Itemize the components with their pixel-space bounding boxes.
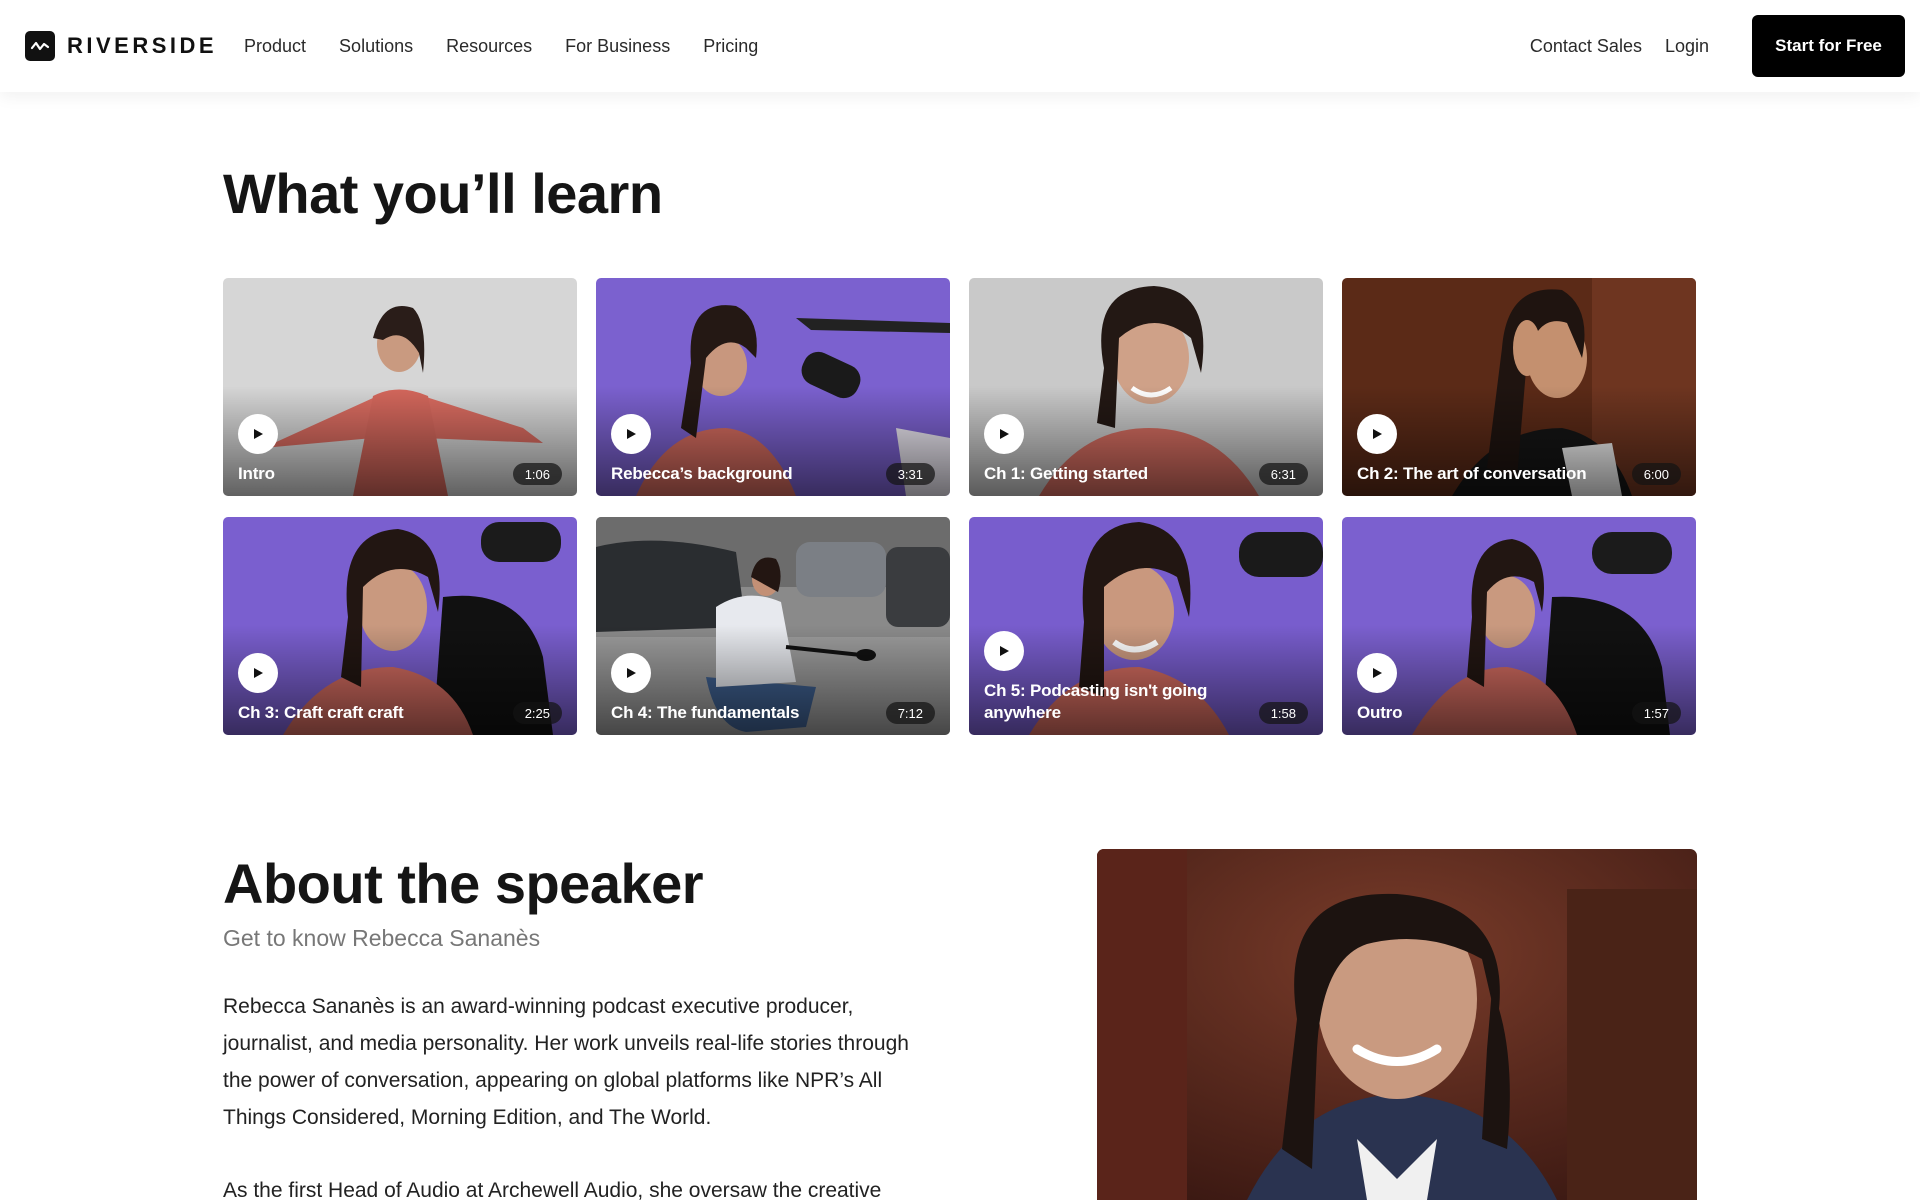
video-card-ch1-getting-started[interactable]: Ch 1: Getting started 6:31 [969,278,1323,496]
video-card-rebeccas-background[interactable]: Rebecca’s background 3:31 [596,278,950,496]
login-link[interactable]: Login [1665,36,1709,57]
play-icon[interactable] [984,414,1024,454]
video-card-ch5-podcasting[interactable]: Ch 5: Podcasting isn't going anywhere 1:… [969,517,1323,735]
primary-nav: Product Solutions Resources For Business… [244,0,791,92]
speaker-portrait [1097,849,1697,1200]
brand-name: RIVERSIDE [67,33,218,58]
play-icon[interactable] [611,414,651,454]
video-grid: Intro 1:06 Rebecca’s background 3:31 Ch … [223,278,1698,736]
about-heading: About the speaker [223,852,704,915]
video-card-intro[interactable]: Intro 1:06 [223,278,577,496]
video-duration-badge: 1:57 [1631,702,1681,724]
nav-link-product[interactable]: Product [244,36,306,57]
nav-link-pricing[interactable]: Pricing [703,36,758,57]
video-title: Intro [238,464,275,483]
video-title: Ch 4: The fundamentals [611,703,800,722]
nav-link-resources[interactable]: Resources [446,36,532,57]
video-title: Ch 5: Podcasting isn't going anywhere [984,681,1208,722]
start-for-free-button[interactable]: Start for Free [1752,15,1905,77]
video-card-ch3-craft[interactable]: Ch 3: Craft craft craft 2:25 [223,517,577,735]
play-icon[interactable] [611,653,651,693]
contact-sales-link[interactable]: Contact Sales [1530,36,1642,57]
waveform-logo-icon [25,31,55,61]
video-title: Outro [1357,703,1403,722]
play-icon[interactable] [238,653,278,693]
video-duration-badge: 6:31 [1258,463,1308,485]
video-title: Ch 3: Craft craft craft [238,703,404,722]
play-icon[interactable] [238,414,278,454]
video-duration-badge: 1:06 [512,463,562,485]
speaker-bio-paragraph: As the first Head of Audio at Archewell … [223,1179,882,1200]
play-icon[interactable] [1357,653,1397,693]
video-card-ch2-art-of-conversation[interactable]: Ch 2: The art of conversation 6:00 [1342,278,1696,496]
learn-heading: What you’ll learn [223,162,663,225]
video-title: Ch 1: Getting started [984,464,1148,483]
video-title: Rebecca’s background [611,464,793,483]
video-card-outro[interactable]: Outro 1:57 [1342,517,1696,735]
speaker-bio-paragraph: Rebecca Sananès is an award-winning podc… [223,995,909,1129]
video-duration-badge: 2:25 [512,702,562,724]
video-title: Ch 2: The art of conversation [1357,464,1587,483]
video-card-ch4-fundamentals[interactable]: Ch 4: The fundamentals 7:12 [596,517,950,735]
about-subheading: Get to know Rebecca Sananès [223,925,541,951]
brand-logo[interactable]: RIVERSIDE [25,31,217,61]
video-duration-badge: 7:12 [885,702,935,724]
video-duration-badge: 6:00 [1631,463,1681,485]
top-navigation: RIVERSIDE Product Solutions Resources Fo… [0,0,1920,92]
play-icon[interactable] [1357,414,1397,454]
video-duration-badge: 1:58 [1258,702,1308,724]
play-icon[interactable] [984,631,1024,671]
nav-link-for-business[interactable]: For Business [565,36,670,57]
video-duration-badge: 3:31 [885,463,935,485]
nav-link-solutions[interactable]: Solutions [339,36,413,57]
nav-actions: Contact Sales Login Start for Free [1530,0,1905,92]
